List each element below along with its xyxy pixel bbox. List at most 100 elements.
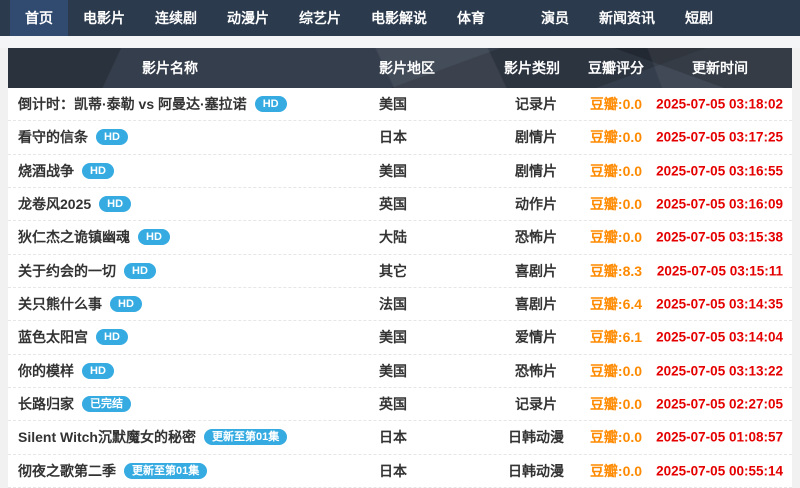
table-row[interactable]: 狄仁杰之诡镇幽魂 HD 大陆 恐怖片 豆瓣:0.0 2025-07-05 03:… (8, 221, 792, 255)
header-movie-region: 影片地区 (379, 60, 435, 76)
table-row[interactable]: 你的模样 HD 美国 恐怖片 豆瓣:0.0 2025-07-05 03:13:2… (8, 354, 792, 388)
table-row[interactable]: 长路归家 已完结 英国 记录片 豆瓣:0.0 2025-07-05 02:27:… (8, 387, 792, 422)
movie-title-link[interactable]: 蓝色太阳宫 (18, 327, 88, 347)
douban-rating: 豆瓣:0.0 (589, 462, 643, 479)
status-badge: HD (82, 362, 114, 379)
page-gap-strip (0, 36, 800, 48)
movie-type: 喜剧片 (515, 296, 557, 313)
status-badge: 已完结 (82, 396, 131, 413)
movie-region: 法国 (379, 296, 407, 313)
movie-title-link[interactable]: 看守的信条 (18, 127, 88, 147)
status-badge: HD (99, 196, 132, 213)
status-badge: 更新至第01集 (204, 429, 288, 446)
update-time: 2025-07-05 03:13:22 (656, 363, 783, 379)
movie-title-link[interactable]: 烧酒战争 (18, 161, 74, 181)
nav-item[interactable]: 首页 (10, 0, 68, 36)
nav-item[interactable]: 动漫片 (212, 0, 284, 36)
status-badge: HD (124, 262, 156, 279)
nav-item[interactable]: 电影片 (68, 0, 140, 36)
movie-type: 记录片 (515, 396, 557, 413)
douban-rating: 豆瓣:0.0 (589, 429, 643, 446)
movie-title-link[interactable]: 彻夜之歌第二季 (18, 461, 116, 481)
movie-type: 记录片 (515, 96, 557, 113)
movie-region: 大陆 (379, 229, 407, 246)
movie-type: 动作片 (515, 196, 557, 213)
movie-title-link[interactable]: 关于约会的一切 (18, 261, 116, 281)
nav-item[interactable]: 连续剧 (140, 0, 212, 36)
movie-region: 美国 (379, 162, 407, 179)
movie-type: 爱情片 (515, 329, 557, 346)
movie-title-cell: 倒计时：凯蒂·泰勒 vs 阿曼达·塞拉诺 HD (18, 94, 287, 114)
status-badge: HD (138, 229, 170, 246)
movie-region: 美国 (379, 96, 407, 113)
movie-title-link[interactable]: 你的模样 (18, 361, 74, 381)
nav-item[interactable]: 体育 (442, 0, 500, 36)
table-row[interactable]: 彻夜之歌第二季 更新至第01集 日本 日韩动漫 豆瓣:0.0 2025-07-0… (8, 454, 792, 488)
movie-region: 英国 (379, 196, 407, 213)
movie-title-cell: 狄仁杰之诡镇幽魂 HD (18, 227, 170, 247)
update-time: 2025-07-05 03:16:55 (656, 163, 783, 179)
movie-region: 日本 (379, 462, 407, 479)
douban-rating: 豆瓣:0.0 (589, 196, 643, 213)
movie-type: 剧情片 (515, 162, 557, 179)
movie-type: 恐怖片 (515, 362, 557, 379)
movie-title-link[interactable]: 龙卷风2025 (18, 194, 91, 214)
movie-type: 喜剧片 (515, 262, 557, 279)
douban-rating: 豆瓣:6.4 (589, 296, 643, 313)
status-badge: HD (96, 329, 128, 346)
nav-item[interactable]: 电影解说 (356, 0, 442, 36)
header-movie-type: 影片类别 (504, 60, 560, 76)
update-time: 2025-07-05 03:16:09 (656, 196, 783, 212)
movie-rows: 倒计时：凯蒂·泰勒 vs 阿曼达·塞拉诺 HD 美国 记录片 豆瓣:0.0 20… (8, 88, 792, 488)
table-row[interactable]: 蓝色太阳宫 HD 美国 爱情片 豆瓣:6.1 2025-07-05 03:14:… (8, 321, 792, 355)
status-badge: HD (96, 129, 128, 146)
header-movie-name: 影片名称 (142, 60, 198, 76)
movie-type: 日韩动漫 (508, 429, 564, 446)
update-time: 2025-07-05 03:14:04 (656, 329, 783, 345)
movie-region: 英国 (379, 396, 407, 413)
douban-rating: 豆瓣:0.0 (589, 96, 643, 113)
nav-item[interactable]: 演员 (526, 0, 584, 36)
table-row[interactable]: 倒计时：凯蒂·泰勒 vs 阿曼达·塞拉诺 HD 美国 记录片 豆瓣:0.0 20… (8, 88, 792, 122)
table-row[interactable]: 看守的信条 HD 日本 剧情片 豆瓣:0.0 2025-07-05 03:17:… (8, 121, 792, 155)
table-row[interactable]: Silent Witch沉默魔女的秘密 更新至第01集 日本 日韩动漫 豆瓣:0… (8, 421, 792, 455)
status-badge: 更新至第01集 (124, 462, 208, 479)
table-row[interactable]: 龙卷风2025 HD 英国 动作片 豆瓣:0.0 2025-07-05 03:1… (8, 187, 792, 222)
update-time: 2025-07-05 03:17:25 (656, 129, 783, 145)
douban-rating: 豆瓣:0.0 (589, 162, 643, 179)
status-badge: HD (82, 162, 114, 179)
douban-rating: 豆瓣:0.0 (589, 362, 643, 379)
table-row[interactable]: 关只熊什么事 HD 法国 喜剧片 豆瓣:6.4 2025-07-05 03:14… (8, 287, 792, 322)
movie-type: 日韩动漫 (508, 462, 564, 479)
update-time: 2025-07-05 03:15:11 (656, 263, 783, 279)
movie-title-link[interactable]: 长路归家 (18, 394, 74, 414)
nav-item[interactable]: 综艺片 (284, 0, 356, 36)
update-time: 2025-07-05 00:55:14 (656, 463, 783, 479)
movie-type: 剧情片 (515, 129, 557, 146)
douban-rating: 豆瓣:0.0 (589, 396, 643, 413)
douban-rating: 豆瓣:6.1 (589, 329, 643, 346)
table-row[interactable]: 烧酒战争 HD 美国 剧情片 豆瓣:0.0 2025-07-05 03:16:5… (8, 154, 792, 188)
douban-rating: 豆瓣:0.0 (589, 229, 643, 246)
movie-type: 恐怖片 (515, 229, 557, 246)
movie-list: 影片名称 影片地区 影片类别 豆瓣评分 更新时间 倒计时：凯蒂·泰勒 vs 阿曼… (8, 48, 792, 488)
movie-region: 日本 (379, 129, 407, 146)
table-row[interactable]: 关于约会的一切 HD 其它 喜剧片 豆瓣:8.3 2025-07-05 03:1… (8, 254, 792, 288)
header-douban-rating: 豆瓣评分 (588, 60, 644, 76)
main-navbar: 首页 电影片 连续剧 动漫片 综艺片 电影解说 体育 演员 新闻资讯 短剧 (0, 0, 800, 36)
movie-title-link[interactable]: 倒计时：凯蒂·泰勒 vs 阿曼达·塞拉诺 (18, 94, 247, 114)
movie-title-link[interactable]: 狄仁杰之诡镇幽魂 (18, 227, 130, 247)
update-time: 2025-07-05 01:08:57 (656, 429, 783, 445)
movie-title-link[interactable]: 关只熊什么事 (18, 294, 102, 314)
nav-item[interactable]: 短剧 (670, 0, 728, 36)
movie-title-cell: 蓝色太阳宫 HD (18, 327, 128, 347)
movie-title-link[interactable]: Silent Witch沉默魔女的秘密 (18, 427, 196, 447)
update-time: 2025-07-05 02:27:05 (656, 396, 783, 412)
update-time: 2025-07-05 03:18:02 (656, 96, 783, 112)
header-update-time: 更新时间 (692, 60, 748, 76)
movie-title-cell: 关于约会的一切 HD (18, 261, 156, 281)
status-badge: HD (110, 296, 142, 313)
movie-region: 美国 (379, 329, 407, 346)
douban-rating: 豆瓣:8.3 (589, 262, 643, 279)
nav-item[interactable]: 新闻资讯 (584, 0, 670, 36)
